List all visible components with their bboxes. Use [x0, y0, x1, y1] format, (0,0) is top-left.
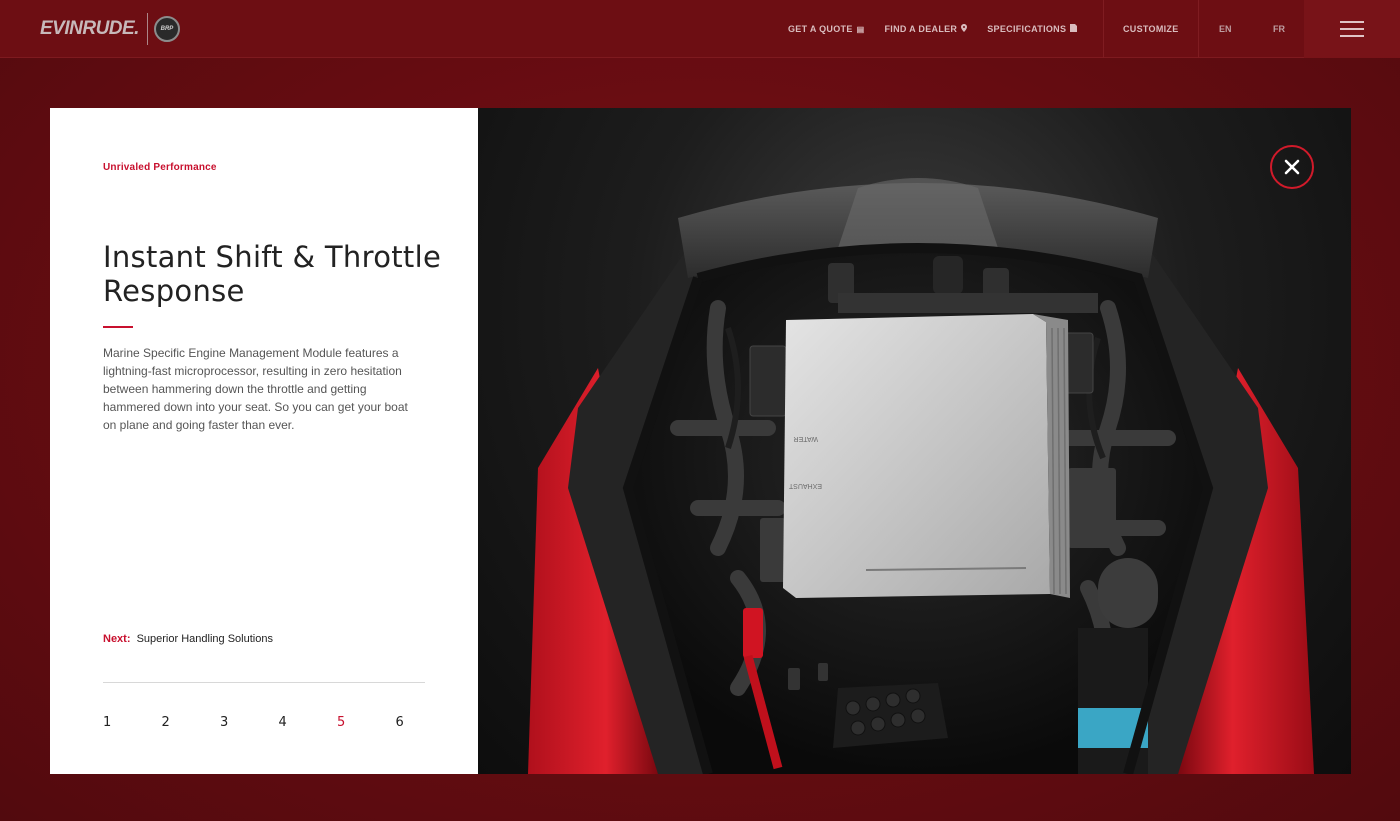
title-accent-rule	[103, 326, 133, 328]
next-feature-title: Superior Handling Solutions	[136, 633, 273, 645]
document-icon: ▤	[856, 24, 865, 34]
nav-specifications-label: SPECIFICATIONS	[987, 24, 1067, 34]
logo-divider	[146, 13, 148, 45]
hamburger-menu-icon	[1340, 21, 1364, 37]
map-pin-icon	[961, 24, 968, 34]
evinrude-logo[interactable]: EVINRUDE. BRP	[40, 12, 180, 46]
page-link-3[interactable]: 3	[220, 715, 279, 730]
file-icon	[1070, 24, 1078, 34]
nav-divider	[1198, 0, 1199, 58]
nav-get-a-quote-label: GET A QUOTE	[788, 24, 853, 34]
feature-modal: Unrivaled Performance Instant Shift & Th…	[50, 108, 1351, 774]
nav-customize-label: CUSTOMIZE	[1123, 24, 1179, 34]
menu-button[interactable]	[1304, 0, 1400, 58]
primary-nav: GET A QUOTE ▤ FIND A DEALER SPECIFICATIO…	[788, 0, 1097, 58]
logo-wordmark: EVINRUDE.	[40, 18, 139, 39]
nav-divider	[1103, 0, 1104, 58]
nav-find-a-dealer-label: FIND A DEALER	[884, 24, 958, 34]
page-link-5[interactable]: 5	[337, 715, 396, 730]
nav-find-a-dealer[interactable]: FIND A DEALER	[885, 24, 968, 34]
pager-divider	[103, 682, 425, 683]
feature-pager: 1 2 3 4 5 6	[103, 715, 454, 730]
page-link-2[interactable]: 2	[162, 715, 221, 730]
page-link-4[interactable]: 4	[279, 715, 338, 730]
outboard-engine-illustration: WATER EXHAUST	[528, 178, 1314, 774]
lang-en-button[interactable]: EN	[1219, 0, 1232, 58]
page-link-1[interactable]: 1	[103, 715, 162, 730]
svg-text:EXHAUST: EXHAUST	[788, 482, 822, 489]
feature-title: Instant Shift & Throttle Response	[103, 240, 442, 308]
engine-photo: WATER EXHAUST	[478, 108, 1351, 774]
page-link-6[interactable]: 6	[396, 715, 455, 730]
lang-fr-label: FR	[1273, 24, 1285, 34]
close-icon	[1284, 159, 1300, 175]
svg-text:WATER: WATER	[794, 435, 819, 442]
nav-customize[interactable]: CUSTOMIZE	[1123, 0, 1179, 58]
feature-eyebrow: Unrivaled Performance	[103, 162, 217, 173]
feature-description: Marine Specific Engine Management Module…	[103, 346, 408, 432]
nav-specifications[interactable]: SPECIFICATIONS	[987, 24, 1078, 34]
next-label: Next:	[103, 633, 131, 645]
brp-badge-icon: BRP	[153, 16, 180, 42]
top-navigation-bar: EVINRUDE. BRP GET A QUOTE ▤ FIND A DEALE…	[0, 0, 1400, 58]
lang-en-label: EN	[1219, 24, 1232, 34]
nav-get-a-quote[interactable]: GET A QUOTE ▤	[788, 24, 865, 34]
lang-fr-button[interactable]: FR	[1273, 0, 1285, 58]
close-button[interactable]	[1270, 145, 1314, 189]
feature-text-panel: Unrivaled Performance Instant Shift & Th…	[50, 108, 478, 774]
next-feature-link[interactable]: Next: Superior Handling Solutions	[103, 633, 273, 645]
